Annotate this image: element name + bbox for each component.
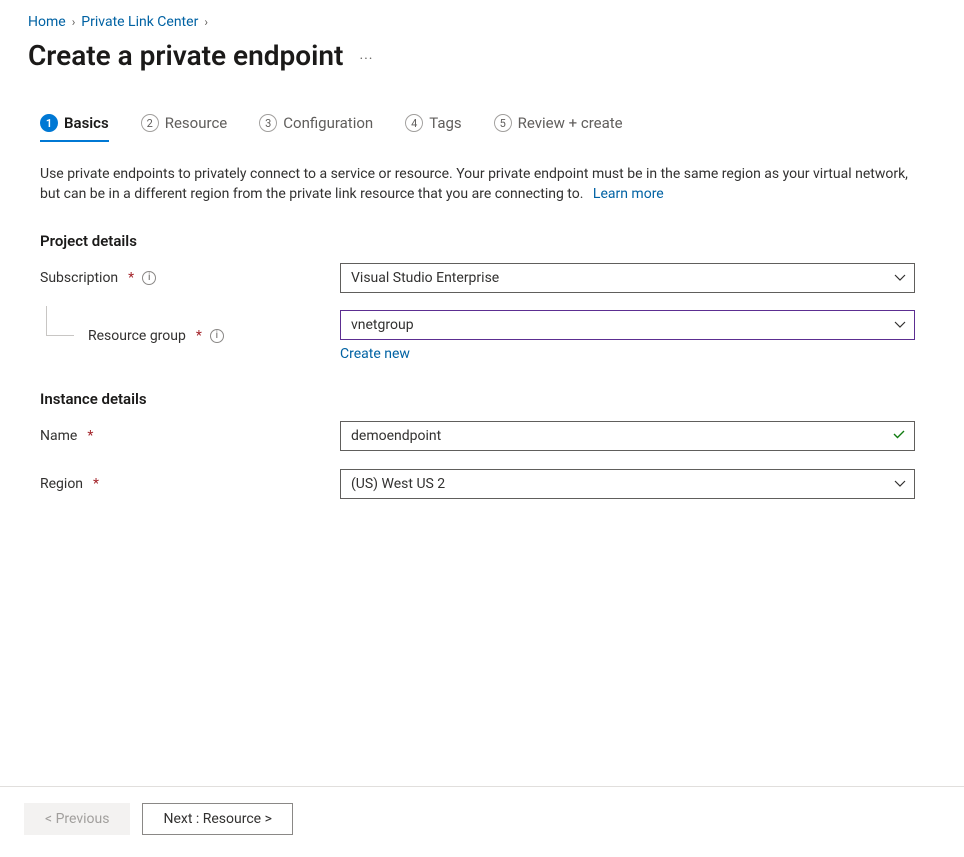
label-region: Region * [40, 476, 340, 492]
footer-divider [0, 786, 964, 787]
resource-group-select[interactable] [340, 310, 915, 340]
label-text: Resource group [88, 328, 186, 344]
tab-resource[interactable]: 2 Resource [141, 114, 228, 142]
step-badge: 3 [259, 114, 277, 132]
label-name: Name * [40, 428, 340, 444]
description-text: Use private endpoints to privately conne… [40, 166, 908, 202]
tab-configuration[interactable]: 3 Configuration [259, 114, 373, 142]
required-asterisk: * [87, 428, 93, 444]
name-input[interactable] [340, 421, 915, 451]
step-badge: 5 [494, 114, 512, 132]
region-select[interactable] [340, 469, 915, 499]
tab-label: Tags [429, 114, 461, 132]
section-project-details: Project details [40, 232, 924, 250]
footer-actions: < Previous Next : Resource > [24, 803, 293, 835]
chevron-right-icon: › [72, 12, 76, 32]
breadcrumb-private-link-center[interactable]: Private Link Center [81, 12, 198, 32]
tab-label: Resource [165, 114, 228, 132]
valid-check-icon [891, 426, 907, 446]
section-instance-details: Instance details [40, 390, 924, 408]
tab-basics[interactable]: 1 Basics [40, 114, 109, 142]
label-subscription: Subscription * i [40, 270, 340, 286]
tab-label: Review + create [518, 114, 623, 132]
tab-label: Configuration [283, 114, 373, 132]
tab-label: Basics [64, 114, 109, 132]
tab-review-create[interactable]: 5 Review + create [494, 114, 623, 142]
next-button[interactable]: Next : Resource > [142, 803, 292, 835]
required-asterisk: * [93, 476, 99, 492]
label-text: Subscription [40, 270, 118, 286]
previous-button: < Previous [24, 803, 130, 835]
subscription-select[interactable] [340, 263, 915, 293]
page-title: Create a private endpoint [28, 38, 343, 74]
info-icon[interactable]: i [142, 271, 156, 285]
required-asterisk: * [128, 270, 134, 286]
step-badge: 1 [40, 114, 58, 132]
tab-description: Use private endpoints to privately conne… [40, 164, 924, 204]
more-icon[interactable]: ··· [359, 45, 373, 67]
info-icon[interactable]: i [210, 329, 224, 343]
indent-connector [46, 306, 74, 336]
label-text: Name [40, 428, 77, 444]
chevron-right-icon: › [204, 12, 208, 32]
breadcrumb-home[interactable]: Home [28, 12, 66, 32]
step-badge: 4 [405, 114, 423, 132]
learn-more-link[interactable]: Learn more [593, 186, 664, 202]
create-new-resource-group-link[interactable]: Create new [340, 346, 410, 362]
label-text: Region [40, 476, 83, 492]
step-badge: 2 [141, 114, 159, 132]
tab-tags[interactable]: 4 Tags [405, 114, 461, 142]
label-resource-group: Resource group * i [40, 328, 340, 344]
wizard-tabs: 1 Basics 2 Resource 3 Configuration 4 Ta… [0, 86, 964, 142]
breadcrumb: Home › Private Link Center › [0, 0, 964, 36]
required-asterisk: * [196, 328, 202, 344]
